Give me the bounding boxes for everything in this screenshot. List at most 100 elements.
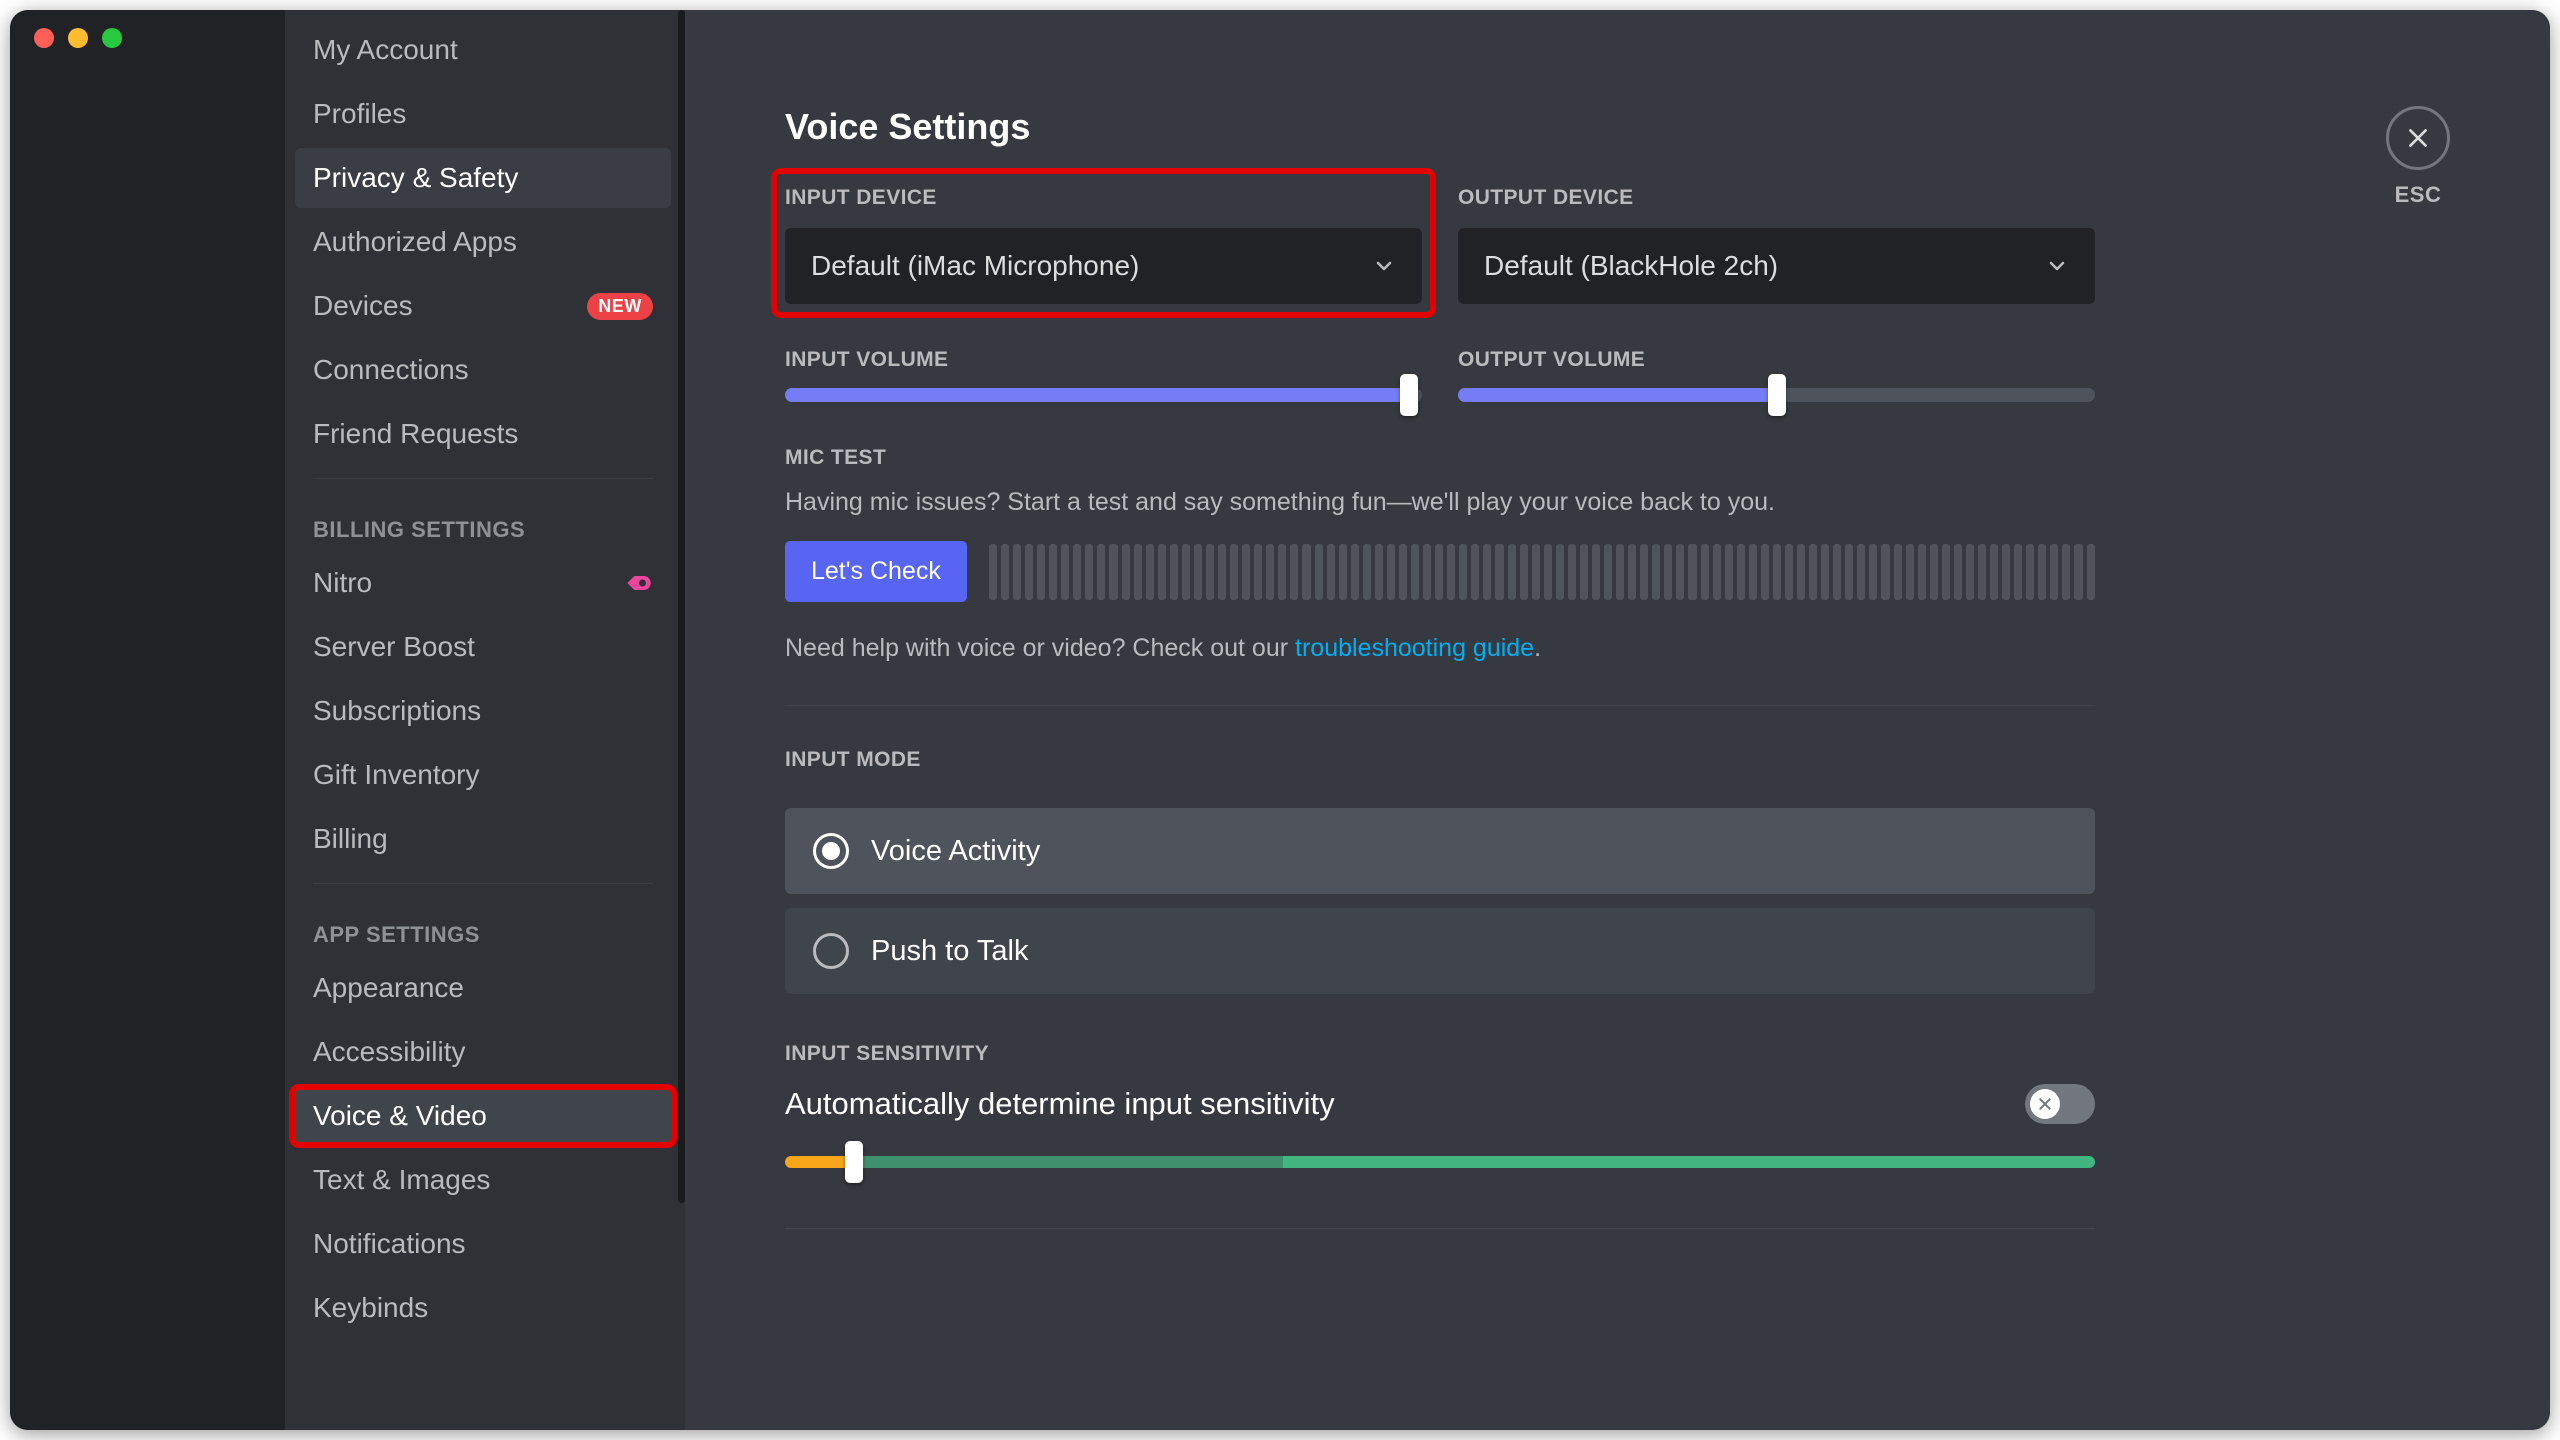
new-badge: NEW (587, 293, 653, 320)
settings-sidebar: My Account Profiles Privacy & Safety Aut… (285, 10, 685, 1430)
sidebar-heading-app: APP SETTINGS (295, 898, 671, 954)
sidebar-item-label: Server Boost (313, 631, 475, 663)
input-volume-block: INPUT VOLUME (785, 348, 1422, 402)
chevron-down-icon (2045, 254, 2069, 278)
output-device-label: OUTPUT DEVICE (1458, 186, 2095, 210)
slider-thumb[interactable] (1400, 374, 1418, 416)
sidebar-item-label: Authorized Apps (313, 226, 517, 258)
maximize-window-icon[interactable] (102, 28, 122, 48)
volume-row: INPUT VOLUME OUTPUT VOLUME (785, 348, 2095, 402)
page-title: Voice Settings (785, 106, 2095, 148)
output-device-select[interactable]: Default (BlackHole 2ch) (1458, 228, 2095, 304)
radio-push-to-talk[interactable]: Push to Talk (785, 908, 2095, 994)
sidebar-item-server-boost[interactable]: Server Boost (295, 617, 671, 677)
device-row: INPUT DEVICE Default (iMac Microphone) O… (785, 186, 2095, 304)
sensitivity-slider[interactable] (785, 1156, 2095, 1168)
esc-label: ESC (2395, 182, 2442, 208)
output-volume-block: OUTPUT VOLUME (1458, 348, 2095, 402)
mic-test-desc: Having mic issues? Start a test and say … (785, 488, 2095, 517)
sidebar-item-profiles[interactable]: Profiles (295, 84, 671, 144)
help-suffix: . (1534, 634, 1541, 662)
auto-sensitivity-row: Automatically determine input sensitivit… (785, 1084, 2095, 1124)
input-device-label: INPUT DEVICE (785, 186, 1422, 210)
sidebar-item-subscriptions[interactable]: Subscriptions (295, 681, 671, 741)
radio-voice-activity[interactable]: Voice Activity (785, 808, 2095, 894)
sidebar-item-label: Connections (313, 354, 469, 386)
input-volume-slider[interactable] (785, 388, 1422, 402)
sidebar-item-label: Billing (313, 823, 388, 855)
slider-thumb[interactable] (1768, 374, 1786, 416)
sidebar-item-authorized-apps[interactable]: Authorized Apps (295, 212, 671, 272)
minimize-window-icon[interactable] (68, 28, 88, 48)
radio-icon (813, 833, 849, 869)
sidebar-heading-billing: BILLING SETTINGS (295, 493, 671, 549)
troubleshooting-link[interactable]: troubleshooting guide (1295, 634, 1534, 662)
sidebar-item-label: Accessibility (313, 1036, 465, 1068)
sensitivity-low-segment (785, 1156, 854, 1168)
main-panel: ESC Voice Settings INPUT DEVICE Default … (685, 10, 2550, 1430)
sidebar-item-label: Gift Inventory (313, 759, 480, 791)
slider-fill (785, 388, 1409, 402)
sidebar-item-label: Appearance (313, 972, 464, 1004)
sidebar-item-label: Text & Images (313, 1164, 490, 1196)
slider-fill (1458, 388, 1777, 402)
sidebar-item-notifications[interactable]: Notifications (295, 1214, 671, 1274)
mic-level-meter (989, 544, 2095, 600)
sidebar-item-label: Voice & Video (313, 1100, 487, 1132)
scrollbar[interactable] (678, 10, 685, 1203)
input-sensitivity-label: INPUT SENSITIVITY (785, 1042, 2095, 1066)
sidebar-item-nitro[interactable]: Nitro (295, 553, 671, 613)
sidebar-item-label: Friend Requests (313, 418, 518, 450)
sidebar-item-gift-inventory[interactable]: Gift Inventory (295, 745, 671, 805)
sidebar-item-label: Notifications (313, 1228, 466, 1260)
divider (313, 883, 653, 884)
input-volume-label: INPUT VOLUME (785, 348, 1422, 372)
sidebar-item-label: Privacy & Safety (313, 162, 518, 194)
toggle-knob (2030, 1089, 2060, 1119)
sidebar-item-label: My Account (313, 34, 458, 66)
output-volume-label: OUTPUT VOLUME (1458, 348, 2095, 372)
input-mode-label: INPUT MODE (785, 748, 2095, 772)
sidebar-item-label: Keybinds (313, 1292, 428, 1324)
output-volume-slider[interactable] (1458, 388, 2095, 402)
sidebar-item-billing[interactable]: Billing (295, 809, 671, 869)
output-device-value: Default (BlackHole 2ch) (1484, 250, 1778, 282)
auto-sensitivity-label: Automatically determine input sensitivit… (785, 1086, 1335, 1122)
divider (313, 478, 653, 479)
sidebar-item-friend-requests[interactable]: Friend Requests (295, 404, 671, 464)
lets-check-button[interactable]: Let's Check (785, 541, 967, 602)
app-window: My Account Profiles Privacy & Safety Aut… (10, 10, 2550, 1430)
sidebar-item-connections[interactable]: Connections (295, 340, 671, 400)
sidebar-gutter (10, 10, 285, 1430)
input-device-select[interactable]: Default (iMac Microphone) (785, 228, 1422, 304)
sidebar-item-label: Subscriptions (313, 695, 481, 727)
input-device-block: INPUT DEVICE Default (iMac Microphone) (785, 186, 1422, 304)
help-text: Need help with voice or video? Check out… (785, 634, 2095, 663)
help-prefix: Need help with voice or video? Check out… (785, 634, 1295, 662)
sidebar-item-label: Nitro (313, 567, 372, 599)
mic-test-row: Let's Check (785, 541, 2095, 602)
close-settings-button[interactable]: ESC (2386, 106, 2450, 208)
mic-test-label: MIC TEST (785, 446, 2095, 470)
sidebar-item-appearance[interactable]: Appearance (295, 958, 671, 1018)
radio-label: Push to Talk (871, 935, 1028, 968)
divider (785, 1228, 2095, 1229)
sidebar-item-privacy-safety[interactable]: Privacy & Safety (295, 148, 671, 208)
sidebar-item-accessibility[interactable]: Accessibility (295, 1022, 671, 1082)
sidebar-item-text-images[interactable]: Text & Images (295, 1150, 671, 1210)
sensitivity-high-segment (1283, 1156, 2095, 1168)
auto-sensitivity-toggle[interactable] (2025, 1084, 2095, 1124)
close-icon (2386, 106, 2450, 170)
radio-icon (813, 933, 849, 969)
sidebar-item-devices[interactable]: Devices NEW (295, 276, 671, 336)
close-window-icon[interactable] (34, 28, 54, 48)
nitro-icon (625, 573, 653, 593)
sidebar-item-keybinds[interactable]: Keybinds (295, 1278, 671, 1338)
chevron-down-icon (1372, 254, 1396, 278)
sensitivity-mid-segment (854, 1156, 1282, 1168)
input-device-value: Default (iMac Microphone) (811, 250, 1139, 282)
sidebar-item-my-account[interactable]: My Account (295, 20, 671, 80)
slider-thumb[interactable] (845, 1141, 863, 1183)
sidebar-item-voice-video[interactable]: Voice & Video (295, 1086, 671, 1146)
window-controls (34, 28, 122, 48)
